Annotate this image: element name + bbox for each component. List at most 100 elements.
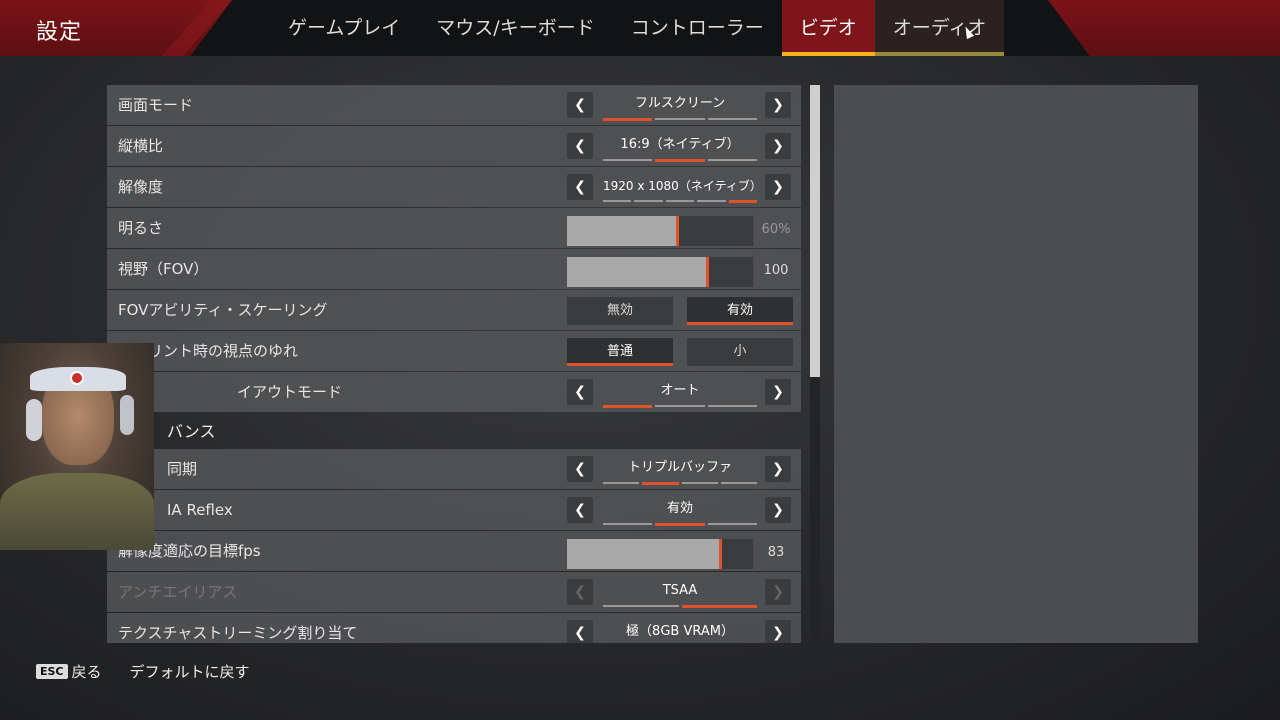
option-indicator: [603, 159, 757, 162]
top-bar: 設定 ゲームプレイ マウス/キーボード コントローラー ビデオ オーディオ: [0, 0, 1280, 56]
headphones-icon: [26, 399, 42, 441]
next-option-button[interactable]: ❯: [765, 133, 791, 159]
prev-option-button[interactable]: ❮: [567, 174, 593, 200]
next-option-button[interactable]: ❯: [765, 92, 791, 118]
setting-label: 明るさ: [118, 219, 164, 237]
slider-fill: [567, 257, 707, 287]
settings-scrollbar[interactable]: [810, 85, 820, 643]
next-option-button[interactable]: ❯: [765, 456, 791, 482]
setting-label: 解像度: [118, 178, 164, 196]
next-option-button[interactable]: ❯: [765, 174, 791, 200]
chevron-left-icon: ❮: [574, 625, 586, 641]
option-pip: [634, 200, 663, 202]
toggle-option-normal[interactable]: 普通: [567, 338, 673, 366]
target-fps-slider[interactable]: [567, 539, 753, 569]
slider-handle[interactable]: [676, 216, 679, 246]
setting-label: イアウトモード: [237, 383, 343, 401]
toggle-option-on[interactable]: 有効: [687, 297, 793, 325]
header-accent-right: [1048, 0, 1280, 56]
brightness-slider[interactable]: [567, 216, 753, 246]
next-option-button: ❯: [765, 579, 791, 605]
setting-label: FOVアビリティ・スケーリング: [118, 301, 328, 319]
chevron-right-icon: ❯: [772, 461, 784, 477]
setting-label: テクスチャストリーミング割り当て: [118, 624, 358, 642]
prev-option-button[interactable]: ❮: [567, 620, 593, 643]
setting-row-layout-mode[interactable]: イアウトモード ❮ オート ❯: [107, 372, 801, 412]
setting-label: 同期: [167, 460, 198, 478]
setting-row-display-mode[interactable]: 画面モード ❮ フルスクリーン ❯: [107, 85, 801, 125]
setting-row-fov[interactable]: 視野（FOV） 100: [107, 249, 801, 289]
setting-row-vsync[interactable]: 同期 ❮ トリプルバッファ ❯: [107, 449, 801, 489]
option-pip: [603, 405, 653, 408]
setting-label: IA Reflex: [167, 501, 233, 519]
option-pip: [720, 482, 757, 484]
setting-row-fov-ability-scaling[interactable]: FOVアビリティ・スケーリング 無効 有効: [107, 290, 801, 330]
header-accent-left: [0, 0, 232, 56]
option-pip: [603, 159, 653, 161]
prev-option-button[interactable]: ❮: [567, 379, 593, 405]
toggle-option-small[interactable]: 小: [687, 338, 793, 366]
slider-value: 100: [753, 255, 798, 287]
chevron-left-icon: ❮: [574, 138, 586, 154]
option-pip: [707, 159, 757, 161]
option-indicator: [603, 118, 757, 121]
tab-mouse-keyboard[interactable]: マウス/キーボード: [418, 0, 612, 56]
slider-handle[interactable]: [706, 257, 709, 287]
tab-gameplay[interactable]: ゲームプレイ: [270, 0, 418, 56]
setting-row-brightness[interactable]: 明るさ 60%: [107, 208, 801, 248]
reset-defaults-button[interactable]: デフォルトに戻す: [130, 661, 250, 682]
setting-value: 1920 x 1080（ネイティブ）: [603, 179, 762, 193]
prev-option-button: ❮: [567, 579, 593, 605]
chevron-right-icon: ❯: [772, 138, 784, 154]
chevron-right-icon: ❯: [772, 625, 784, 641]
option-pip: [707, 523, 757, 525]
chevron-right-icon: ❯: [772, 97, 784, 113]
setting-row-aspect-ratio[interactable]: 縦横比 ❮ 16:9（ネイティブ） ❯: [107, 126, 801, 166]
option-pip: [603, 605, 679, 607]
option-pip: [655, 118, 705, 120]
headband: [30, 367, 126, 391]
option-indicator: [603, 523, 757, 526]
setting-label: 縦横比: [118, 137, 164, 155]
prev-option-button[interactable]: ❮: [567, 92, 593, 118]
setting-row-resolution[interactable]: 解像度 ❮ 1920 x 1080（ネイティブ） ❯: [107, 167, 801, 207]
prev-option-button[interactable]: ❮: [567, 497, 593, 523]
chevron-left-icon: ❮: [574, 179, 586, 195]
setting-row-adaptive-resolution-fps[interactable]: 解像度適応の目標fps 83: [107, 531, 801, 571]
next-option-button[interactable]: ❯: [765, 379, 791, 405]
fov-slider[interactable]: [567, 257, 753, 287]
chevron-right-icon: ❯: [772, 384, 784, 400]
chevron-left-icon: ❮: [574, 384, 586, 400]
video-settings-list: 画面モード ❮ フルスクリーン ❯ 縦横比 ❮ 16:9（ネイティブ） ❯ 解像…: [107, 85, 801, 643]
toggle-option-off[interactable]: 無効: [567, 297, 673, 325]
option-indicator: [603, 605, 757, 608]
page-title: 設定: [36, 20, 83, 45]
option-pip: [665, 200, 695, 202]
tab-audio[interactable]: オーディオ: [874, 0, 1005, 56]
option-pip: [642, 482, 679, 485]
setting-value: 有効: [666, 501, 693, 516]
tab-video[interactable]: ビデオ: [781, 0, 875, 56]
setting-label: 画面モード: [118, 96, 194, 114]
setting-row-anti-aliasing: アンチエイリアス ❮ TSAA ❯: [107, 572, 801, 612]
setting-row-texture-streaming[interactable]: テクスチャストリーミング割り当て ❮ 極（8GB VRAM） ❯: [107, 613, 801, 643]
setting-row-nvidia-reflex[interactable]: IA Reflex ❮ 有効 ❯: [107, 490, 801, 530]
tab-controller[interactable]: コントローラー: [613, 0, 782, 56]
slider-handle[interactable]: [719, 539, 722, 569]
option-pip: [681, 605, 757, 608]
option-pip: [655, 405, 705, 407]
option-pip: [655, 523, 705, 526]
prev-option-button[interactable]: ❮: [567, 456, 593, 482]
webcam-person-body: [0, 473, 154, 550]
slider-fill: [567, 539, 720, 569]
setting-value: オート: [660, 383, 700, 398]
scrollbar-thumb[interactable]: [810, 85, 820, 377]
setting-row-sprint-view-shake[interactable]: スプリント時の視点のゆれ 普通 小: [107, 331, 801, 371]
next-option-button[interactable]: ❯: [765, 497, 791, 523]
next-option-button[interactable]: ❯: [765, 620, 791, 643]
back-button[interactable]: 戻る: [72, 661, 102, 682]
prev-option-button[interactable]: ❮: [567, 133, 593, 159]
option-pip: [603, 523, 653, 525]
settings-tabs: ゲームプレイ マウス/キーボード コントローラー ビデオ オーディオ: [270, 0, 1005, 56]
chevron-left-icon: ❮: [574, 97, 586, 113]
